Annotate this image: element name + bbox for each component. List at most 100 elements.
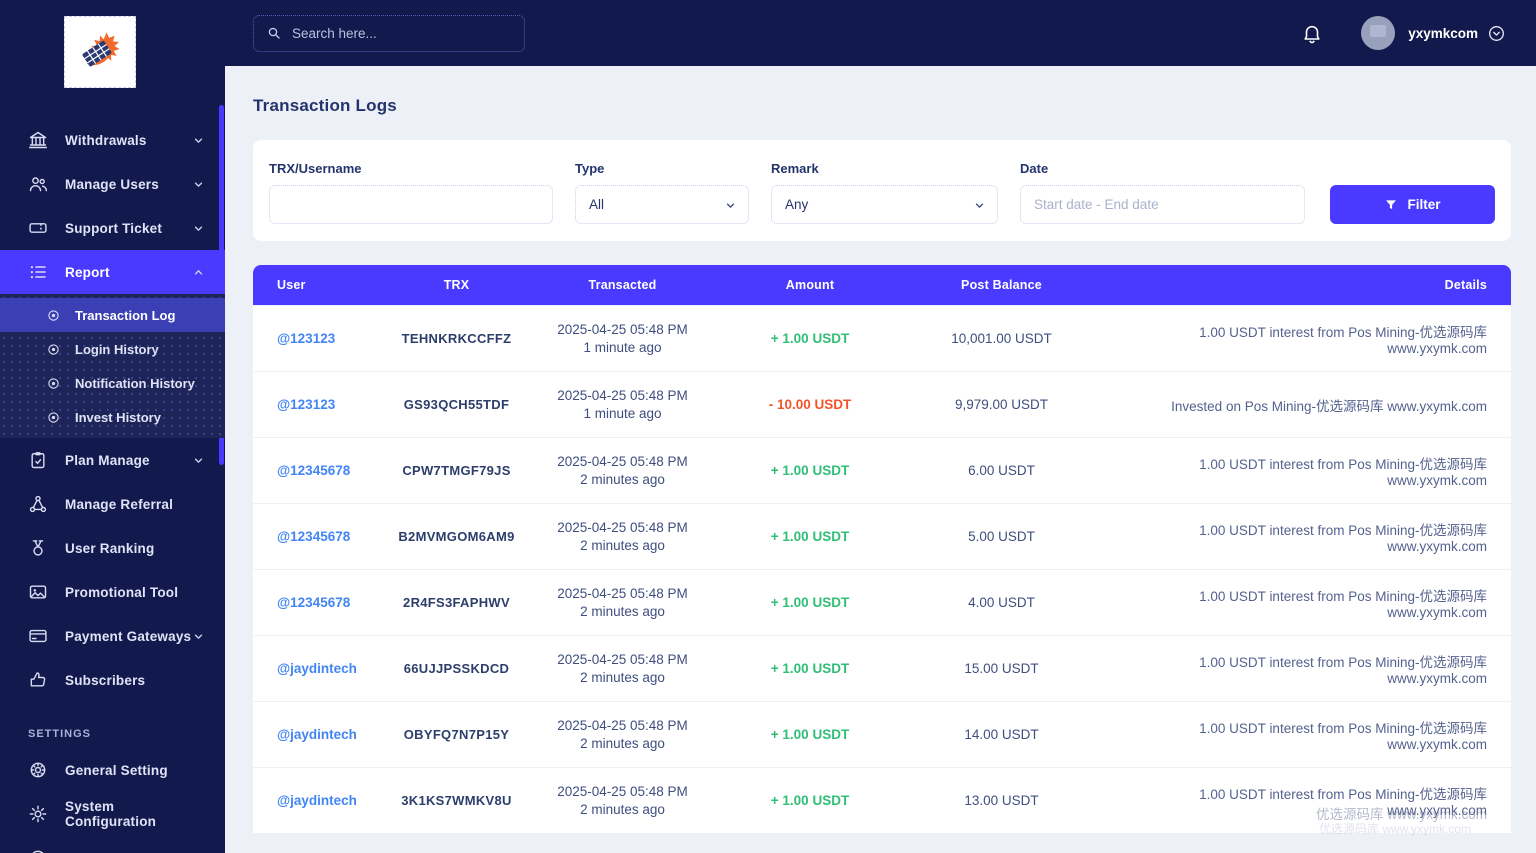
funnel-icon [1384,198,1398,212]
post-balance: 13.00 USDT [964,793,1039,808]
sidebar-subitem-invest-history[interactable]: Invest History [0,400,225,434]
filter-button[interactable]: Filter [1330,185,1495,224]
circle-dot-icon [46,308,61,323]
trx-code: B2MVMGOM6AM9 [398,529,515,544]
username[interactable]: yxymkcom [1408,26,1478,41]
brand-logo[interactable] [64,16,136,88]
amount: + 1.00 USDT [770,529,850,544]
amount: + 1.00 USDT [770,331,850,346]
sidebar-item-manage-referral[interactable]: Manage Referral [0,482,225,526]
user-link[interactable]: @jaydintech [277,661,357,676]
user-link[interactable]: @jaydintech [277,727,357,742]
search-input[interactable] [253,14,525,52]
date-range-input[interactable] [1020,185,1305,224]
chevron-down-icon [724,199,737,212]
sidebar-item-label: General Setting [65,762,168,778]
transacted-time: 2025-04-25 05:48 PM 1 minute ago [557,388,688,421]
user-link[interactable]: @12345678 [277,595,350,610]
credit-card-icon [28,626,48,646]
sidebar-item-support-ticket[interactable]: Support Ticket [0,206,225,250]
filter-date: Date [1020,161,1305,224]
trx-code: 3K1KS7WMKV8U [401,793,512,808]
avatar[interactable] [1361,16,1396,50]
sidebar-item-label: Payment Gateways [65,628,192,644]
sidebar-item-plan-manage[interactable]: Plan Manage [0,438,225,482]
amount: + 1.00 USDT [770,595,850,610]
transacted-time: 2025-04-25 05:48 PM 2 minutes ago [557,652,688,685]
wheel-icon [28,760,48,780]
bell-icon[interactable] [1301,22,1323,45]
bank-icon [28,130,48,150]
user-link[interactable]: @jaydintech [277,793,357,808]
circle-dot-icon [46,410,61,425]
sidebar-item-label: Support Ticket [65,220,163,236]
sidebar-subitem-login-history[interactable]: Login History [0,332,225,366]
col-amount: Amount [785,278,835,292]
trx-username-input[interactable] [269,185,553,224]
subitem-label: Login History [75,341,159,357]
sidebar-item-cron-job-setting[interactable]: Cron Job Setting [0,836,225,853]
col-user: User [277,278,306,292]
post-balance: 10,001.00 USDT [951,331,1052,346]
transacted-time: 2025-04-25 05:48 PM 2 minutes ago [557,454,688,487]
type-select[interactable]: All [575,185,749,224]
amount: + 1.00 USDT [770,661,850,676]
sidebar-item-payment-gateways[interactable]: Payment Gateways [0,614,225,658]
topbar-search [253,14,525,52]
filter-trx-username: TRX/Username [269,161,553,224]
sidebar-item-label: Manage Referral [65,496,174,512]
sidebar-item-label: Plan Manage [65,452,150,468]
sidebar-subitem-notification-history[interactable]: Notification History [0,366,225,400]
trx-code: OBYFQ7N7P15Y [403,727,510,742]
date-label: Date [1020,161,1049,176]
sidebar-item-promotional-tool[interactable]: Promotional Tool [0,570,225,614]
filter-type: Type All [575,161,749,224]
sidebar-item-withdrawals[interactable]: Withdrawals [0,118,225,162]
main-area: yxymkcom Transaction Logs TRX/Username T… [225,0,1536,853]
details: Invested on Pos Mining-优选源码库 www.yxymk.c… [1171,398,1487,414]
post-balance: 5.00 USDT [968,529,1035,544]
remark-select-value: Any [785,197,809,212]
circle-dot-icon [46,342,61,357]
user-link[interactable]: @12345678 [277,463,350,478]
sidebar-subitem-transaction-log[interactable]: Transaction Log [0,298,225,332]
type-select-value: All [589,197,605,212]
filter-card: TRX/Username Type All Remark Any Date St… [253,140,1511,241]
user-link[interactable]: @123123 [277,331,335,346]
sidebar-item-system-configuration[interactable]: System Configuration [0,792,225,836]
app-root: Withdrawals Manage Users Support Ticket … [0,0,1536,853]
transacted-time: 2025-04-25 05:48 PM 2 minutes ago [557,520,688,553]
table-row: @jaydintech OBYFQ7N7P15Y 2025-04-25 05:4… [253,701,1511,767]
sidebar-nav: Withdrawals Manage Users Support Ticket … [0,118,225,853]
post-balance: 9,979.00 USDT [954,397,1049,412]
sidebar-item-subscribers[interactable]: Subscribers [0,658,225,702]
sidebar-item-general-setting[interactable]: General Setting [0,748,225,792]
topbar-right: yxymkcom [1301,16,1506,50]
details: 1.00 USDT interest from Pos Mining-优选源码库… [1199,523,1487,554]
trx-username-label: TRX/Username [269,161,362,176]
settings-section-heading: SETTINGS [28,728,92,740]
user-link[interactable]: @123123 [277,397,335,412]
sidebar-item-user-ranking[interactable]: User Ranking [0,526,225,570]
table-row: @123123 GS93QCH55TDF 2025-04-25 05:48 PM… [253,371,1511,437]
sidebar-item-label: Manage Users [65,176,159,192]
post-balance: 14.00 USDT [964,727,1039,742]
col-post-balance: Post Balance [961,278,1042,292]
sidebar-item-report[interactable]: Report [0,250,225,294]
amount: + 1.00 USDT [770,463,850,478]
chevron-circle-icon[interactable] [1487,24,1506,43]
clock-icon [28,848,48,853]
thumbs-up-icon [28,670,48,690]
remark-select[interactable]: Any [771,185,998,224]
sidebar-item-manage-users[interactable]: Manage Users [0,162,225,206]
trx-code: 2R4FS3FAPHWV [403,595,510,610]
sidebar-item-label: User Ranking [65,540,155,556]
filter-button-label: Filter [1407,197,1441,212]
chevron-down-icon [192,222,205,235]
col-details: Details [1444,278,1487,292]
col-trx: TRX [443,278,470,292]
transacted-time: 2025-04-25 05:48 PM 2 minutes ago [557,586,688,619]
user-link[interactable]: @12345678 [277,529,350,544]
type-label: Type [575,161,605,176]
transactions-table: User TRX Transacted Amount Post Balance … [253,265,1511,836]
